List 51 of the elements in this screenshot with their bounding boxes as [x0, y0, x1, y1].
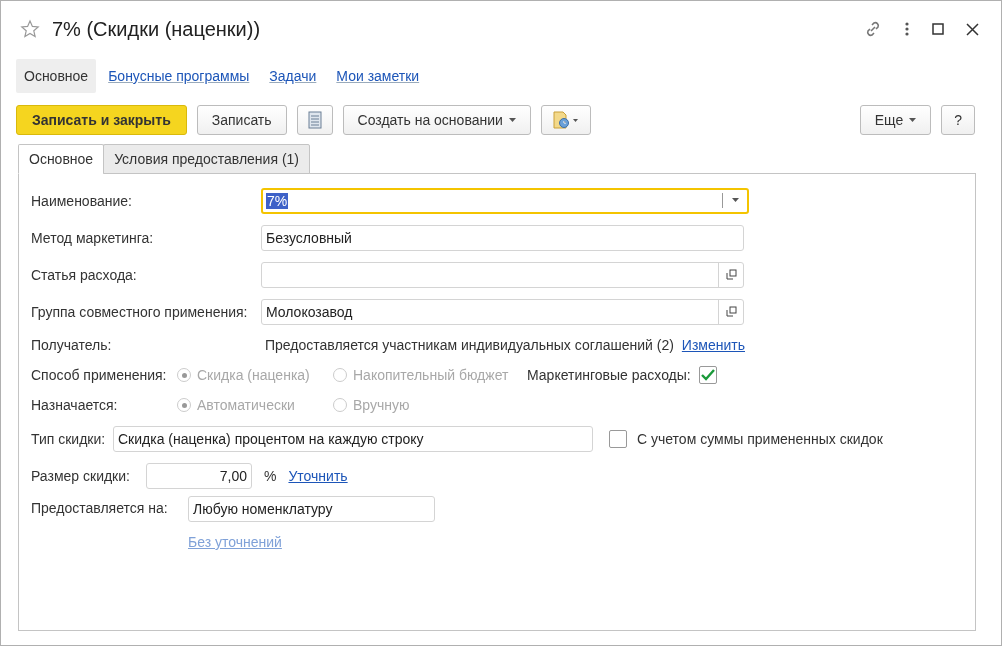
star-icon[interactable]	[20, 19, 40, 39]
list-icon	[307, 111, 322, 129]
report-button[interactable]	[540, 105, 591, 135]
refine-link[interactable]: Уточнить	[288, 467, 348, 484]
tab[interactable]: Условия предоставления (1)	[103, 144, 310, 174]
checkbox-label: С учетом суммы примененных скидок	[637, 430, 883, 447]
field-label: Способ применения:	[31, 367, 168, 383]
link-icon[interactable]	[864, 20, 882, 38]
open-icon	[725, 306, 737, 317]
caret-icon	[909, 118, 917, 122]
field-label: Тип скидки:	[31, 430, 107, 447]
field-label: Наименование:	[31, 192, 133, 209]
save-and-close-button[interactable]: Записать и закрыть	[16, 105, 187, 135]
recipient-text: Предоставляется участникам индивидуальных соглашений (2)	[265, 337, 674, 353]
maximize-icon[interactable]	[932, 23, 944, 35]
applies-to-field[interactable]: Любую номенклатуру	[188, 496, 435, 522]
tab[interactable]: Основное	[18, 144, 105, 174]
window-title: 7% (Скидки (наценки))	[52, 17, 261, 41]
group-field[interactable]: Молокозавод	[261, 298, 744, 325]
nav-link[interactable]: Основное	[16, 59, 97, 93]
marketing-method-field[interactable]: Безусловный	[261, 224, 744, 251]
expense-item-field[interactable]	[261, 261, 744, 288]
nav-link[interactable]: Мои заметки	[328, 59, 428, 93]
discount-size-field[interactable]: 7,00	[146, 462, 252, 489]
close-icon[interactable]	[966, 22, 979, 36]
discount-type-field[interactable]: Скидка (наценка) процентом на каждую строку	[113, 425, 593, 452]
help-button[interactable]: ?	[941, 105, 975, 135]
nav-link[interactable]: Бонусные программы	[100, 59, 258, 93]
checkmark-icon	[700, 369, 715, 381]
field-label: Статья расхода:	[31, 266, 138, 283]
dropdown-caret-icon[interactable]	[731, 198, 739, 203]
field-label: Получатель:	[31, 337, 113, 353]
field-label: Назначается:	[31, 397, 119, 413]
caret-icon	[508, 118, 516, 122]
field-label: Предоставляется на:	[31, 499, 169, 516]
field-label: Маркетинговые расходы:	[527, 367, 691, 383]
more-icon[interactable]	[904, 21, 910, 37]
field-label: Группа совместного применения:	[31, 303, 249, 320]
create-based-on-button[interactable]: Создать на основании	[342, 105, 531, 135]
field-label: Метод маркетинга:	[31, 229, 155, 246]
document-clock-icon	[551, 111, 580, 129]
name-field[interactable]: 7%	[261, 187, 749, 214]
more-button[interactable]: Еще	[859, 105, 932, 135]
change-link[interactable]: Изменить	[681, 337, 745, 353]
nav-link[interactable]: Задачи	[261, 59, 325, 93]
field-label: Размер скидки:	[31, 467, 131, 484]
open-icon	[725, 269, 737, 280]
save-button[interactable]: Записать	[196, 105, 287, 135]
unit-label: %	[264, 467, 277, 484]
checkbox[interactable]	[609, 429, 627, 448]
list-button[interactable]	[296, 105, 333, 135]
